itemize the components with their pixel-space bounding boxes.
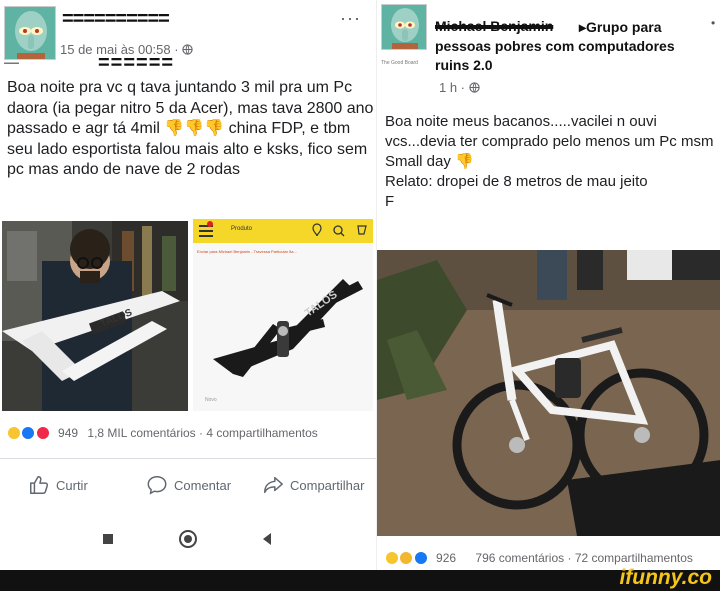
squidward-avatar-icon bbox=[5, 7, 55, 59]
recent-apps-icon bbox=[103, 534, 113, 544]
left-post: ========== ··· 15 de mai às 00:58 · ▬▬▬ … bbox=[0, 0, 376, 570]
page-tag: ▬▬▬ bbox=[4, 60, 19, 66]
comment-count[interactable]: 796 comentários bbox=[475, 551, 564, 565]
back-icon bbox=[263, 533, 271, 545]
share-button[interactable]: Compartilhar bbox=[262, 474, 364, 496]
timestamp-text: 1 h · bbox=[439, 80, 469, 95]
group-name-text: Grupo para pessoas pobres com computador… bbox=[435, 19, 675, 73]
nav-buttons bbox=[103, 530, 271, 548]
comment-icon bbox=[147, 476, 167, 495]
haha-icon bbox=[7, 426, 21, 440]
haha-icon bbox=[385, 551, 399, 565]
store-screenshot[interactable]: Produto Enviar para Michael Benjamin - T… bbox=[193, 219, 373, 411]
comment-count[interactable]: 1,8 MIL comentários bbox=[87, 426, 195, 440]
author-name[interactable]: ========== bbox=[62, 8, 170, 31]
like-icon bbox=[413, 551, 428, 565]
love-icon bbox=[35, 426, 50, 440]
profile-avatar[interactable] bbox=[381, 4, 427, 50]
black-frame-image: TALOS Novo bbox=[193, 259, 373, 409]
reaction-count: 949 bbox=[58, 426, 79, 440]
share-count[interactable]: 4 compartilhamentos bbox=[206, 426, 317, 440]
post-timestamp[interactable]: 1 h · bbox=[439, 80, 480, 95]
share-count[interactable]: 72 compartilhamentos bbox=[575, 551, 693, 565]
censored-name: ====== bbox=[98, 52, 175, 74]
share-label: Compartilhar bbox=[290, 477, 365, 493]
store-header-label: Produto bbox=[231, 226, 253, 232]
svg-text:Novo: Novo bbox=[205, 397, 217, 403]
reaction-count: 926 bbox=[436, 551, 457, 565]
post-text: Boa noite pra vc q tava juntando 3 mil p… bbox=[7, 79, 374, 178]
right-post: The Good Board Michael Benjamin ▸Grupo p… bbox=[376, 0, 720, 570]
separator-dot: · bbox=[567, 551, 575, 565]
photo-person-with-frame[interactable]: TALOS bbox=[2, 221, 188, 411]
android-nav-bar bbox=[0, 520, 376, 560]
like-icon bbox=[21, 426, 36, 440]
comment-label: Comentar bbox=[174, 477, 232, 493]
like-label: Curtir bbox=[56, 477, 88, 493]
post-text: Boa noite meus bacanos.....vacilei n ouv… bbox=[385, 113, 714, 210]
ifunny-logo: ifunny.co bbox=[619, 566, 712, 589]
group-name[interactable]: ▸Grupo para pessoas pobres com computado… bbox=[435, 18, 685, 75]
sad-icon bbox=[399, 551, 414, 565]
more-options-icon[interactable]: ··· bbox=[340, 8, 361, 29]
profile-avatar[interactable] bbox=[4, 6, 56, 60]
share-icon bbox=[264, 476, 283, 494]
reactions-bar[interactable]: 949 1,8 MIL comentários · 4 compartilham… bbox=[7, 426, 318, 440]
globe-icon bbox=[182, 44, 193, 55]
divider bbox=[0, 458, 376, 459]
like-button[interactable]: Curtir bbox=[28, 474, 88, 496]
photo-crashed-bike[interactable] bbox=[377, 250, 720, 536]
bike-shop-photo: TALOS bbox=[2, 221, 188, 411]
globe-icon bbox=[468, 82, 480, 93]
page-tag: The Good Board bbox=[381, 60, 418, 66]
shipping-address: Enviar para Michael Benjamin - Travessa … bbox=[197, 249, 297, 254]
reactions-bar[interactable]: 926 796 comentários · 72 compartilhament… bbox=[385, 551, 693, 565]
squidward-avatar-icon bbox=[382, 5, 426, 49]
thumbs-up-icon bbox=[30, 476, 49, 494]
watermark-bar: ifunny.co bbox=[0, 566, 720, 591]
more-dot[interactable]: • bbox=[711, 16, 715, 30]
crashed-bike-photo bbox=[377, 250, 720, 536]
store-header-icons bbox=[199, 221, 367, 237]
comment-button[interactable]: Comentar bbox=[146, 474, 231, 496]
